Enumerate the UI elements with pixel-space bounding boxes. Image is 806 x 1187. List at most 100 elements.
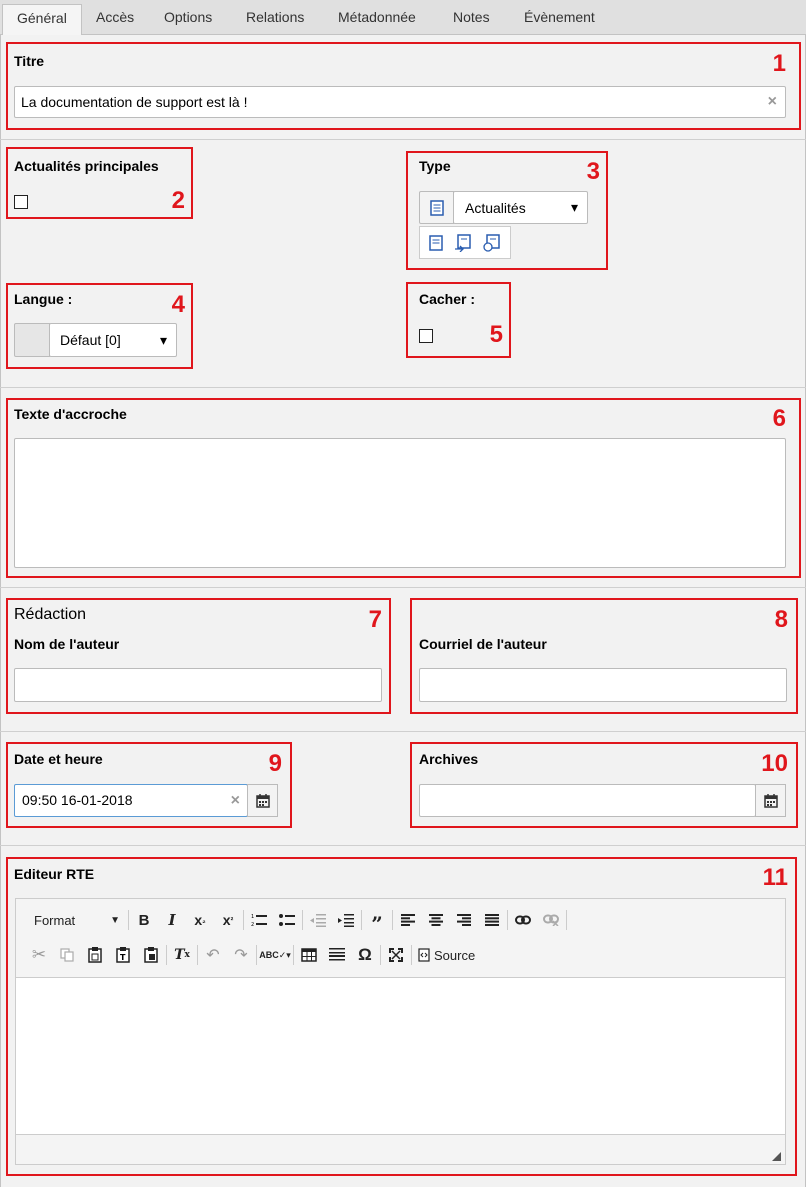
toolbar-separator	[166, 945, 167, 965]
outdent-icon[interactable]	[305, 907, 331, 933]
svg-text:T: T	[120, 953, 126, 962]
redo-icon[interactable]: ↷	[228, 942, 254, 968]
svg-text:1: 1	[251, 914, 254, 920]
paste-icon[interactable]	[82, 942, 108, 968]
calendar-icon	[763, 793, 778, 808]
type-select-value: Actualités	[465, 200, 526, 216]
annotation-number-5: 5	[489, 321, 503, 348]
titre-value: La documentation de support est là !	[21, 94, 248, 110]
toolbar-separator	[256, 945, 257, 965]
rte-label: Editeur RTE	[14, 866, 95, 882]
bold-icon[interactable]: B	[131, 907, 157, 933]
date-heure-label: Date et heure	[14, 751, 103, 767]
tab-metadonnee[interactable]: Métadonnée	[324, 4, 430, 35]
tab-relations[interactable]: Relations	[232, 4, 318, 35]
toolbar-separator	[392, 910, 393, 930]
date-heure-value: 09:50 16-01-2018	[22, 792, 133, 808]
clear-icon[interactable]: ×	[768, 87, 777, 117]
resize-handle-icon[interactable]	[772, 1152, 781, 1161]
annotation-number-1: 1	[772, 50, 786, 77]
rte-statusbar	[15, 1134, 786, 1165]
divider	[0, 731, 806, 732]
titre-input[interactable]: La documentation de support est là ! ×	[14, 86, 786, 118]
cut-icon[interactable]: ✂	[26, 942, 52, 968]
undo-icon[interactable]: ↶	[200, 942, 226, 968]
tab-options[interactable]: Options	[150, 4, 226, 35]
annotation-number-4: 4	[171, 291, 185, 318]
align-left-icon[interactable]	[395, 907, 421, 933]
blockquote-icon[interactable]: ”	[364, 907, 390, 934]
copy-icon[interactable]	[54, 942, 80, 968]
source-icon	[418, 948, 430, 962]
courriel-auteur-input[interactable]	[419, 668, 787, 702]
remove-format-icon[interactable]: Tx	[169, 942, 195, 968]
langue-select-value: Défaut [0]	[60, 332, 121, 348]
tab-notes[interactable]: Notes	[439, 4, 504, 35]
actualites-principales-checkbox[interactable]	[14, 195, 28, 209]
date-heure-calendar-button[interactable]	[247, 784, 278, 817]
maximize-icon[interactable]	[383, 942, 409, 968]
texte-accroche-textarea[interactable]	[14, 438, 786, 568]
italic-icon[interactable]: I	[159, 907, 185, 933]
rte-content-area[interactable]	[15, 978, 786, 1134]
toolbar-separator	[128, 910, 129, 930]
toolbar-separator	[361, 910, 362, 930]
bulleted-list-icon[interactable]	[274, 907, 300, 933]
texte-accroche-label: Texte d'accroche	[14, 406, 127, 422]
chevron-down-icon: ▾	[159, 332, 167, 348]
external-link-page-icon[interactable]	[482, 233, 501, 252]
annotation-number-2: 2	[171, 187, 185, 214]
nom-auteur-input[interactable]	[14, 668, 382, 702]
redaction-heading: Rédaction	[14, 606, 87, 623]
clear-icon[interactable]: ×	[231, 785, 240, 816]
type-icon-options	[419, 226, 511, 259]
source-button[interactable]: Source	[414, 942, 479, 968]
rte-toolbar-row-2: ✂ T Tx ↶ ↷ ABC✓▾ Ω Source	[26, 942, 479, 968]
spellcheck-icon[interactable]: ABC✓▾	[259, 942, 291, 968]
tab-acces[interactable]: Accès	[82, 4, 148, 35]
annotation-number-10: 10	[761, 750, 788, 777]
paste-word-icon[interactable]	[138, 942, 164, 968]
date-heure-input[interactable]: 09:50 16-01-2018 ×	[14, 784, 248, 817]
toolbar-separator	[197, 945, 198, 965]
align-right-icon[interactable]	[451, 907, 477, 933]
titre-label: Titre	[14, 53, 45, 69]
table-icon[interactable]	[296, 942, 322, 968]
page-icon	[429, 199, 444, 216]
divider	[0, 845, 806, 846]
toolbar-separator	[566, 910, 567, 930]
toolbar-separator	[380, 945, 381, 965]
courriel-auteur-label: Courriel de l'auteur	[419, 636, 547, 652]
annotation-number-9: 9	[268, 750, 282, 777]
standard-page-icon[interactable]	[429, 234, 444, 251]
type-select[interactable]: Actualités ▾	[453, 191, 588, 224]
horizontal-rule-icon[interactable]	[324, 942, 350, 968]
annotation-number-8: 8	[774, 606, 788, 633]
numbered-list-icon[interactable]: 12	[246, 907, 272, 933]
toolbar-separator	[507, 910, 508, 930]
archives-calendar-button[interactable]	[755, 784, 786, 817]
align-center-icon[interactable]	[423, 907, 449, 933]
archives-label: Archives	[419, 751, 479, 767]
internal-link-page-icon[interactable]	[454, 233, 472, 252]
superscript-icon[interactable]: x²	[215, 907, 241, 933]
unlink-icon[interactable]	[538, 907, 564, 933]
format-dropdown[interactable]: Format ▼	[22, 907, 126, 933]
annotation-number-3: 3	[586, 158, 600, 185]
langue-select[interactable]: Défaut [0] ▾	[49, 323, 177, 357]
cacher-checkbox[interactable]	[419, 329, 433, 343]
link-icon[interactable]	[510, 907, 536, 933]
actualites-principales-label: Actualités principales	[14, 158, 159, 174]
format-dropdown-label: Format	[34, 912, 76, 928]
tab-evenement[interactable]: Évènement	[510, 4, 609, 35]
archives-input[interactable]	[419, 784, 756, 817]
type-label: Type	[419, 158, 451, 174]
indent-icon[interactable]	[333, 907, 359, 933]
paste-text-icon[interactable]: T	[110, 942, 136, 968]
align-justify-icon[interactable]	[479, 907, 505, 933]
divider	[0, 587, 806, 588]
toolbar-separator	[302, 910, 303, 930]
special-char-icon[interactable]: Ω	[352, 942, 378, 968]
tab-general[interactable]: Général	[2, 4, 82, 36]
subscript-icon[interactable]: x₂	[187, 907, 213, 933]
